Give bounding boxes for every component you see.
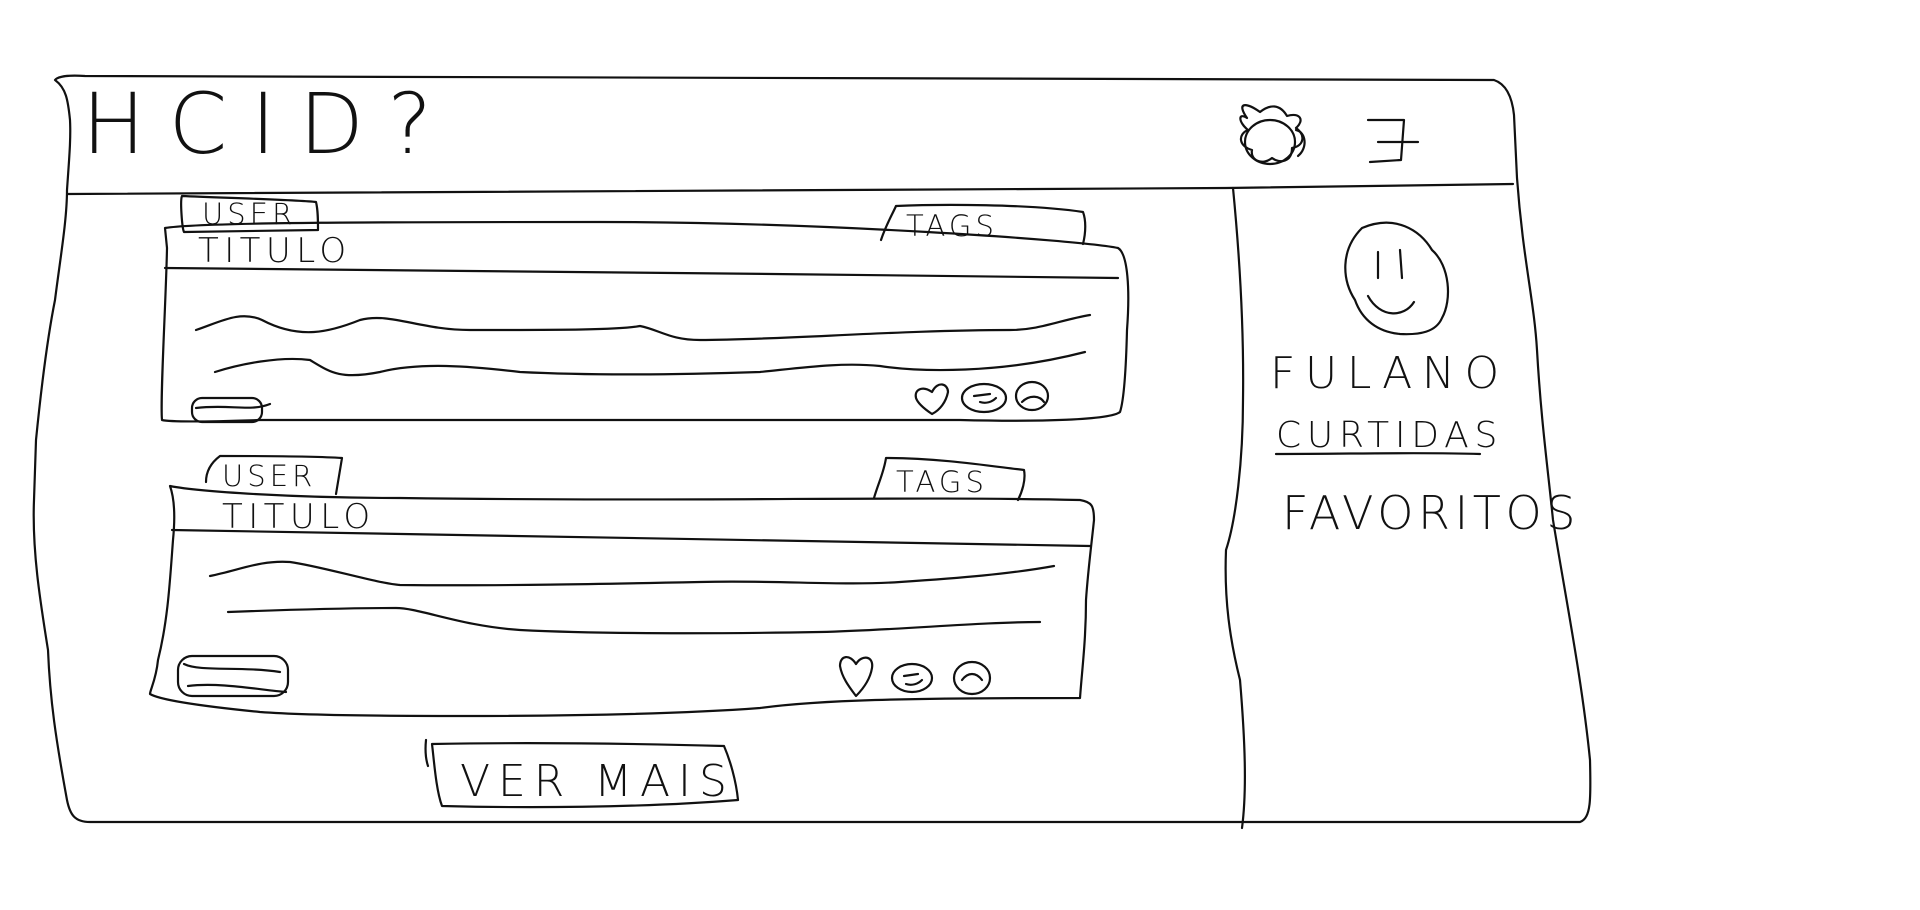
ver-mais-button[interactable]: VER MAIS: [460, 760, 735, 804]
settings-button[interactable]: [1228, 100, 1308, 170]
comment-button[interactable]: [188, 394, 268, 426]
user-tab[interactable]: USER: [202, 200, 296, 229]
user-tab[interactable]: USER: [222, 462, 316, 491]
happy-face-icon[interactable]: [960, 382, 1008, 414]
menu-button[interactable]: [1360, 112, 1430, 168]
heart-icon[interactable]: [836, 650, 876, 700]
tags-tab[interactable]: TAGS: [906, 212, 998, 241]
app-logo[interactable]: HCID?: [82, 82, 455, 166]
tags-tab[interactable]: TAGS: [896, 468, 988, 497]
sidebar-divider: [1224, 186, 1246, 830]
menu-icon: [1360, 112, 1430, 168]
sidebar-link-favoritos[interactable]: FAVORITOS: [1282, 490, 1580, 536]
user-name: FULANO: [1270, 348, 1509, 399]
post-body-text: [205, 560, 1065, 640]
comment-button[interactable]: [176, 654, 292, 700]
sidebar-link-curtidas[interactable]: CURTIDAS: [1276, 418, 1503, 454]
post-title[interactable]: TITULO: [198, 234, 352, 268]
happy-face-icon[interactable]: [890, 662, 934, 694]
sad-face-icon[interactable]: [952, 660, 992, 696]
post-body-text: [190, 300, 1090, 390]
post-title[interactable]: TITULO: [222, 500, 376, 534]
sad-face-icon[interactable]: [1014, 380, 1050, 412]
gear-icon: [1228, 100, 1308, 170]
heart-icon[interactable]: [912, 382, 952, 418]
smiley-avatar-icon[interactable]: [1340, 214, 1456, 338]
